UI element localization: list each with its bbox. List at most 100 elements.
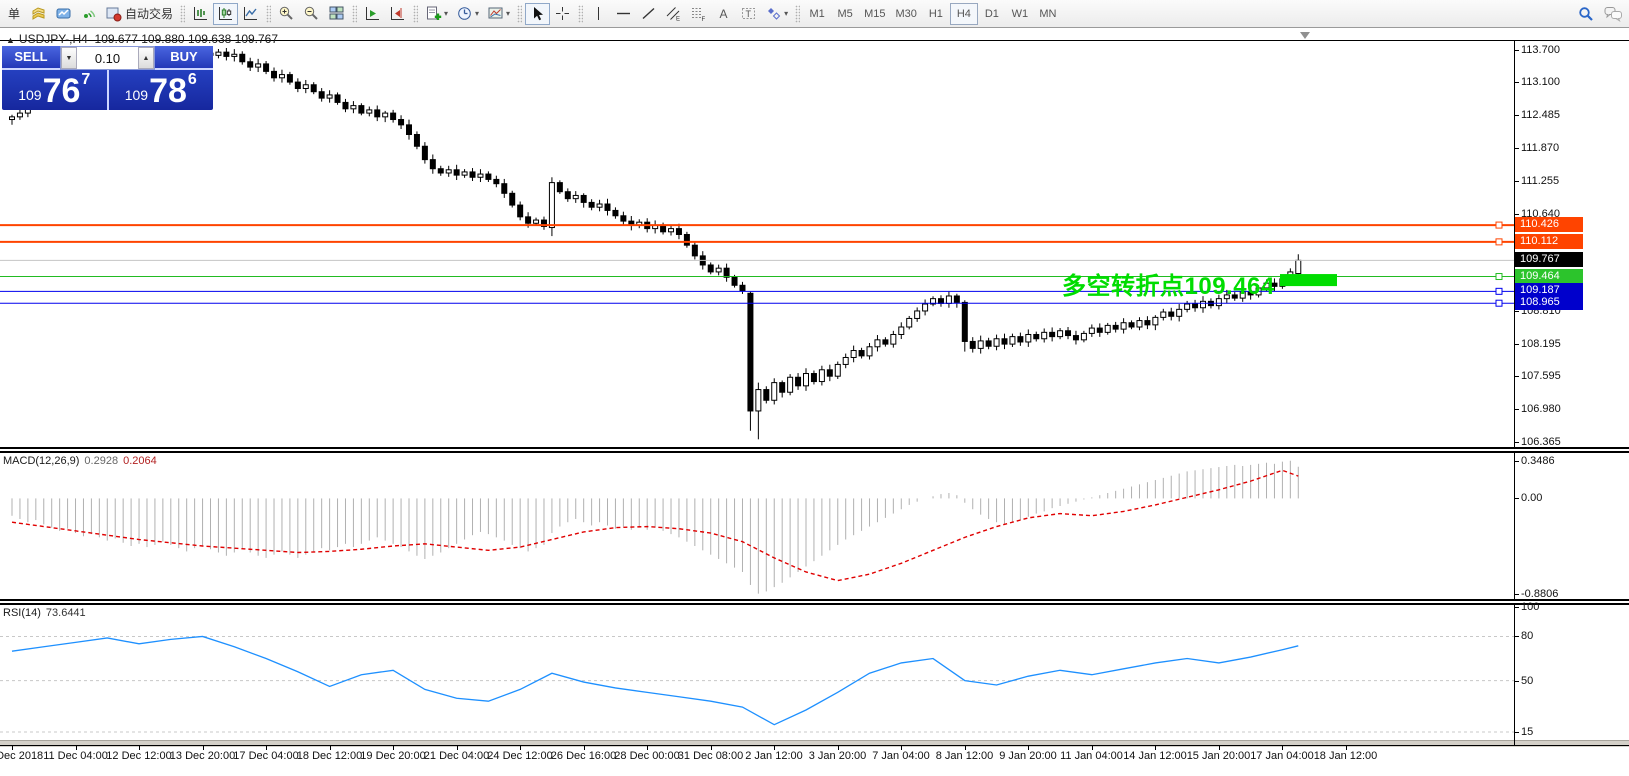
candle[interactable] xyxy=(692,245,697,256)
candle[interactable] xyxy=(256,64,261,67)
buy-price[interactable]: 109786 xyxy=(109,70,214,110)
candle[interactable] xyxy=(367,110,372,113)
candle[interactable] xyxy=(295,82,300,88)
candle[interactable] xyxy=(438,169,443,173)
candle[interactable] xyxy=(1089,328,1094,333)
candle[interactable] xyxy=(946,296,951,303)
candle[interactable] xyxy=(573,195,578,198)
candle[interactable] xyxy=(10,117,15,120)
crosshair-button[interactable] xyxy=(550,3,575,25)
candle[interactable] xyxy=(343,102,348,108)
candle[interactable] xyxy=(216,52,221,55)
candle[interactable] xyxy=(621,216,626,221)
candle[interactable] xyxy=(335,95,340,102)
periods-button[interactable]: ▾ xyxy=(452,3,483,25)
candle[interactable] xyxy=(923,304,928,311)
candle[interactable] xyxy=(740,285,745,290)
candle[interactable] xyxy=(1010,337,1015,344)
tab-timeframe-m15[interactable]: M15 xyxy=(859,3,890,25)
candle[interactable] xyxy=(1081,333,1086,339)
quotes-icon-button[interactable] xyxy=(26,3,51,25)
candle[interactable] xyxy=(748,293,753,411)
tab-timeframe-m5[interactable]: M5 xyxy=(831,3,859,25)
autotrading-button[interactable]: 自动交易 xyxy=(101,3,177,25)
candle[interactable] xyxy=(502,184,507,194)
candle[interactable] xyxy=(589,202,594,207)
line-handle[interactable] xyxy=(1496,288,1502,294)
candle[interactable] xyxy=(676,229,681,235)
candle[interactable] xyxy=(994,339,999,346)
candle[interactable] xyxy=(962,302,967,341)
volume-increase-button[interactable]: ▲ xyxy=(138,47,154,69)
candle[interactable] xyxy=(486,174,491,179)
candle[interactable] xyxy=(986,341,991,346)
buy-button[interactable]: BUY xyxy=(155,46,213,70)
candle[interactable] xyxy=(581,195,586,202)
candle[interactable] xyxy=(248,62,253,67)
candle[interactable] xyxy=(224,52,229,56)
candle[interactable] xyxy=(518,205,523,217)
templates-button[interactable]: ▾ xyxy=(483,3,514,25)
auto-scroll-button[interactable] xyxy=(360,3,385,25)
sell-price[interactable]: 109767 xyxy=(2,70,109,110)
tab-timeframe-m1[interactable]: M1 xyxy=(803,3,831,25)
candle[interactable] xyxy=(684,234,689,245)
candle[interactable] xyxy=(327,95,332,98)
trendline-button[interactable] xyxy=(636,3,661,25)
bar-chart-button[interactable] xyxy=(188,3,213,25)
candle[interactable] xyxy=(827,370,832,376)
candle[interactable] xyxy=(597,204,602,207)
candle[interactable] xyxy=(915,311,920,318)
candle[interactable] xyxy=(1129,323,1134,327)
candle[interactable] xyxy=(811,374,816,382)
candle[interactable] xyxy=(772,383,777,401)
candle[interactable] xyxy=(422,146,427,159)
candle[interactable] xyxy=(843,357,848,364)
candle[interactable] xyxy=(978,341,983,348)
candle[interactable] xyxy=(970,341,975,348)
candle[interactable] xyxy=(1066,331,1071,336)
candle[interactable] xyxy=(287,75,292,82)
candle[interactable] xyxy=(454,170,459,175)
candle[interactable] xyxy=(303,85,308,89)
candle[interactable] xyxy=(478,174,483,177)
rsi-chart[interactable] xyxy=(0,605,1514,745)
candle[interactable] xyxy=(430,160,435,169)
line-handle[interactable] xyxy=(1496,222,1502,228)
candle[interactable] xyxy=(661,225,666,231)
candle[interactable] xyxy=(669,229,674,232)
candle[interactable] xyxy=(565,192,570,199)
candle[interactable] xyxy=(1018,337,1023,342)
candle[interactable] xyxy=(708,265,713,272)
arrows-button[interactable]: ▾ xyxy=(761,3,792,25)
candlestick-chart[interactable] xyxy=(0,40,1514,447)
pane-separator[interactable] xyxy=(0,599,1629,605)
tile-windows-button[interactable] xyxy=(324,3,349,25)
candle[interactable] xyxy=(549,183,554,228)
candle[interactable] xyxy=(1073,336,1078,340)
line-chart-button[interactable] xyxy=(238,3,263,25)
candle[interactable] xyxy=(470,172,475,177)
news-icon-button[interactable] xyxy=(51,3,76,25)
tab-timeframe-w1[interactable]: W1 xyxy=(1006,3,1034,25)
candle[interactable] xyxy=(756,390,761,411)
equidistant-channel-button[interactable]: E xyxy=(661,3,686,25)
candle[interactable] xyxy=(1034,334,1039,338)
candle[interactable] xyxy=(764,390,769,401)
candle[interactable] xyxy=(1113,325,1118,329)
pivot-annotation-box[interactable] xyxy=(1280,274,1337,286)
candle[interactable] xyxy=(883,340,888,344)
candle[interactable] xyxy=(605,204,610,210)
candle[interactable] xyxy=(867,347,872,356)
tab-timeframe-m30[interactable]: M30 xyxy=(890,3,921,25)
candle[interactable] xyxy=(17,113,22,117)
candle[interactable] xyxy=(891,334,896,344)
candle[interactable] xyxy=(232,54,237,56)
fibonacci-button[interactable]: F xyxy=(686,3,711,25)
line-handle[interactable] xyxy=(1496,274,1502,280)
candle[interactable] xyxy=(954,296,959,302)
candle[interactable] xyxy=(383,113,388,117)
text-label-button[interactable]: T xyxy=(736,3,761,25)
candle[interactable] xyxy=(907,318,912,327)
candle[interactable] xyxy=(899,327,904,334)
